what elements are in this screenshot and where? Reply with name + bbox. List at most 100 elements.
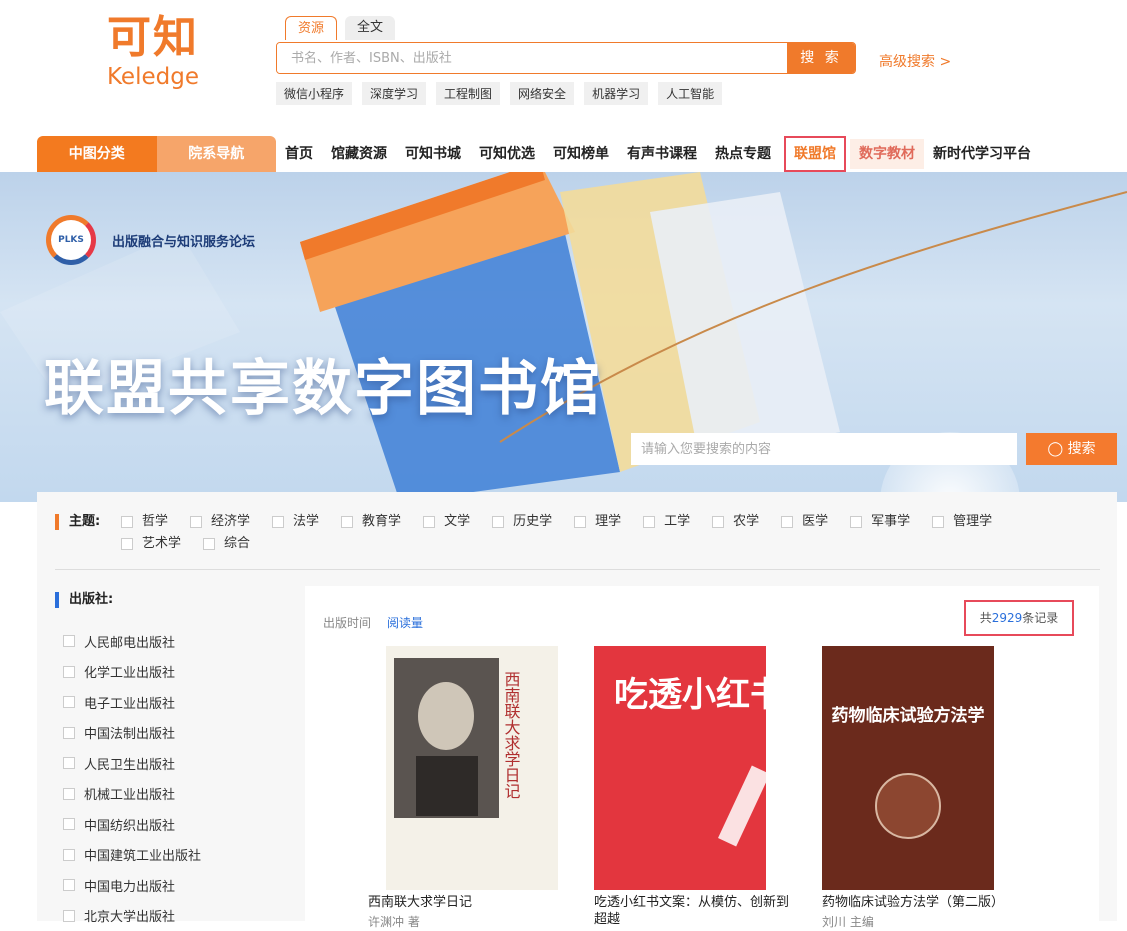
nav-items: 首页 馆藏资源 可知书城 可知优选 可知榜单 有声书课程 热点专题 联盟馆 数字… [276,136,1040,172]
subject-option[interactable]: 医学 [781,514,828,530]
checkbox[interactable] [63,910,75,922]
nav-clc-classification[interactable]: 中图分类 [37,136,157,172]
tab-resources[interactable]: 资源 [285,16,337,40]
search-box: 搜 索 [276,42,856,74]
subject-label-text: 工学 [664,514,690,530]
publisher-option[interactable]: 化学工业出版社 [55,657,295,688]
sort-by-time[interactable]: 出版时间 [323,614,371,631]
subject-label-text: 理学 [595,514,621,530]
hot-tag[interactable]: 人工智能 [658,82,722,105]
book-cover[interactable]: 药物临床试验方法学 [822,646,994,890]
search-button[interactable]: 搜 索 [787,43,855,73]
subject-label-text: 医学 [802,514,828,530]
nav-hot-topics[interactable]: 热点专题 [706,136,780,172]
site-logo[interactable]: 可知 Keledge [98,12,208,90]
book-title[interactable]: 药物临床试验方法学（第二版） [822,894,1022,911]
nav-ranking[interactable]: 可知榜单 [544,136,618,172]
checkbox[interactable] [63,727,75,739]
checkbox[interactable] [850,516,862,528]
checkbox[interactable] [63,788,75,800]
checkbox[interactable] [63,818,75,830]
checkbox[interactable] [203,538,215,550]
banner-search-input[interactable] [631,433,1017,465]
nav-audiobook[interactable]: 有声书课程 [618,136,706,172]
logo-cn: 可知 [98,12,208,64]
checkbox[interactable] [712,516,724,528]
hot-tag[interactable]: 机器学习 [584,82,648,105]
publisher-option[interactable]: 中国建筑工业出版社 [55,840,295,871]
checkbox[interactable] [341,516,353,528]
header: 可知 Keledge 资源 全文 搜 索 高级搜索 > 微信小程序 深度学习 工… [0,0,1127,136]
subject-option[interactable]: 教育学 [341,514,401,530]
subject-option[interactable]: 军事学 [850,514,910,530]
subject-label-text: 法学 [293,514,319,530]
checkbox[interactable] [643,516,655,528]
subject-option[interactable]: 农学 [712,514,759,530]
nav-selection[interactable]: 可知优选 [470,136,544,172]
subject-option[interactable]: 综合 [203,536,250,552]
nav-new-era-learning[interactable]: 新时代学习平台 [924,136,1040,172]
subject-option[interactable]: 历史学 [492,514,552,530]
advanced-search-link[interactable]: 高级搜索 > [879,51,951,71]
nav-collection[interactable]: 馆藏资源 [322,136,396,172]
publisher-option[interactable]: 人民邮电出版社 [55,626,295,657]
checkbox[interactable] [121,516,133,528]
subject-option[interactable]: 哲学 [121,514,168,530]
tab-fulltext[interactable]: 全文 [345,16,395,40]
hot-tag[interactable]: 网络安全 [510,82,574,105]
nav-home[interactable]: 首页 [276,136,322,172]
checkbox[interactable] [781,516,793,528]
checkbox[interactable] [121,538,133,550]
hot-tag[interactable]: 微信小程序 [276,82,352,105]
publisher-option[interactable]: 人民卫生出版社 [55,748,295,779]
subject-option[interactable]: 文学 [423,514,470,530]
nav-digital-textbook[interactable]: 数字教材 [850,139,924,169]
book-title[interactable]: 西南联大求学日记 [368,894,568,911]
publisher-option[interactable]: 机械工业出版社 [55,779,295,810]
book-cover-art: 药物临床试验方法学 [822,646,994,890]
publisher-option[interactable]: 中国法制出版社 [55,718,295,749]
nav-alliance[interactable]: 联盟馆 [784,136,846,172]
nav-department[interactable]: 院系导航 [157,136,277,172]
results-panel: 出版时间 阅读量 共2929条记录 西南联大求学日记 西南联大求学日记 许渊冲 … [305,586,1099,926]
checkbox[interactable] [574,516,586,528]
checkbox[interactable] [492,516,504,528]
nav-bookstore[interactable]: 可知书城 [396,136,470,172]
hot-tags: 微信小程序 深度学习 工程制图 网络安全 机器学习 人工智能 [276,82,732,105]
checkbox[interactable] [63,849,75,861]
checkbox[interactable] [272,516,284,528]
checkbox[interactable] [423,516,435,528]
checkbox[interactable] [63,666,75,678]
publisher-option[interactable]: 中国电力出版社 [55,870,295,901]
checkbox[interactable] [190,516,202,528]
book-cover[interactable]: 西南联大求学日记 [386,646,558,890]
search-icon: ◯ [1047,441,1063,457]
subject-option[interactable]: 法学 [272,514,319,530]
subject-option[interactable]: 经济学 [190,514,250,530]
search-input[interactable] [277,43,787,73]
publisher-filter: 出版社: 人民邮电出版社 化学工业出版社 电子工业出版社 中国法制出版社 人民卫… [55,592,295,931]
publisher-name: 中国纺织出版社 [84,815,175,834]
publisher-option[interactable]: 中国纺织出版社 [55,809,295,840]
publisher-name: 人民邮电出版社 [84,632,175,651]
banner-search-button[interactable]: ◯ 搜索 [1026,433,1117,465]
book-cover[interactable]: 吃透小红书文案 [594,646,766,890]
publisher-option[interactable]: 电子工业出版社 [55,687,295,718]
checkbox[interactable] [63,696,75,708]
checkbox[interactable] [932,516,944,528]
subject-option[interactable]: 工学 [643,514,690,530]
hot-tag[interactable]: 深度学习 [362,82,426,105]
subject-option[interactable]: 理学 [574,514,621,530]
subject-option[interactable]: 艺术学 [121,536,181,552]
sort-by-reads[interactable]: 阅读量 [387,614,423,631]
checkbox[interactable] [63,757,75,769]
subject-label-text: 管理学 [953,514,992,530]
book-title[interactable]: 吃透小红书文案：从模仿、创新到超越 [594,894,794,928]
hot-tag[interactable]: 工程制图 [436,82,500,105]
cover-title: 西南联大求学日记 [502,671,521,799]
checkbox[interactable] [63,879,75,891]
subject-option[interactable]: 管理学 [932,514,992,530]
publisher-option[interactable]: 北京大学出版社 [55,901,295,931]
checkbox[interactable] [63,635,75,647]
subject-label-text: 哲学 [142,514,168,530]
